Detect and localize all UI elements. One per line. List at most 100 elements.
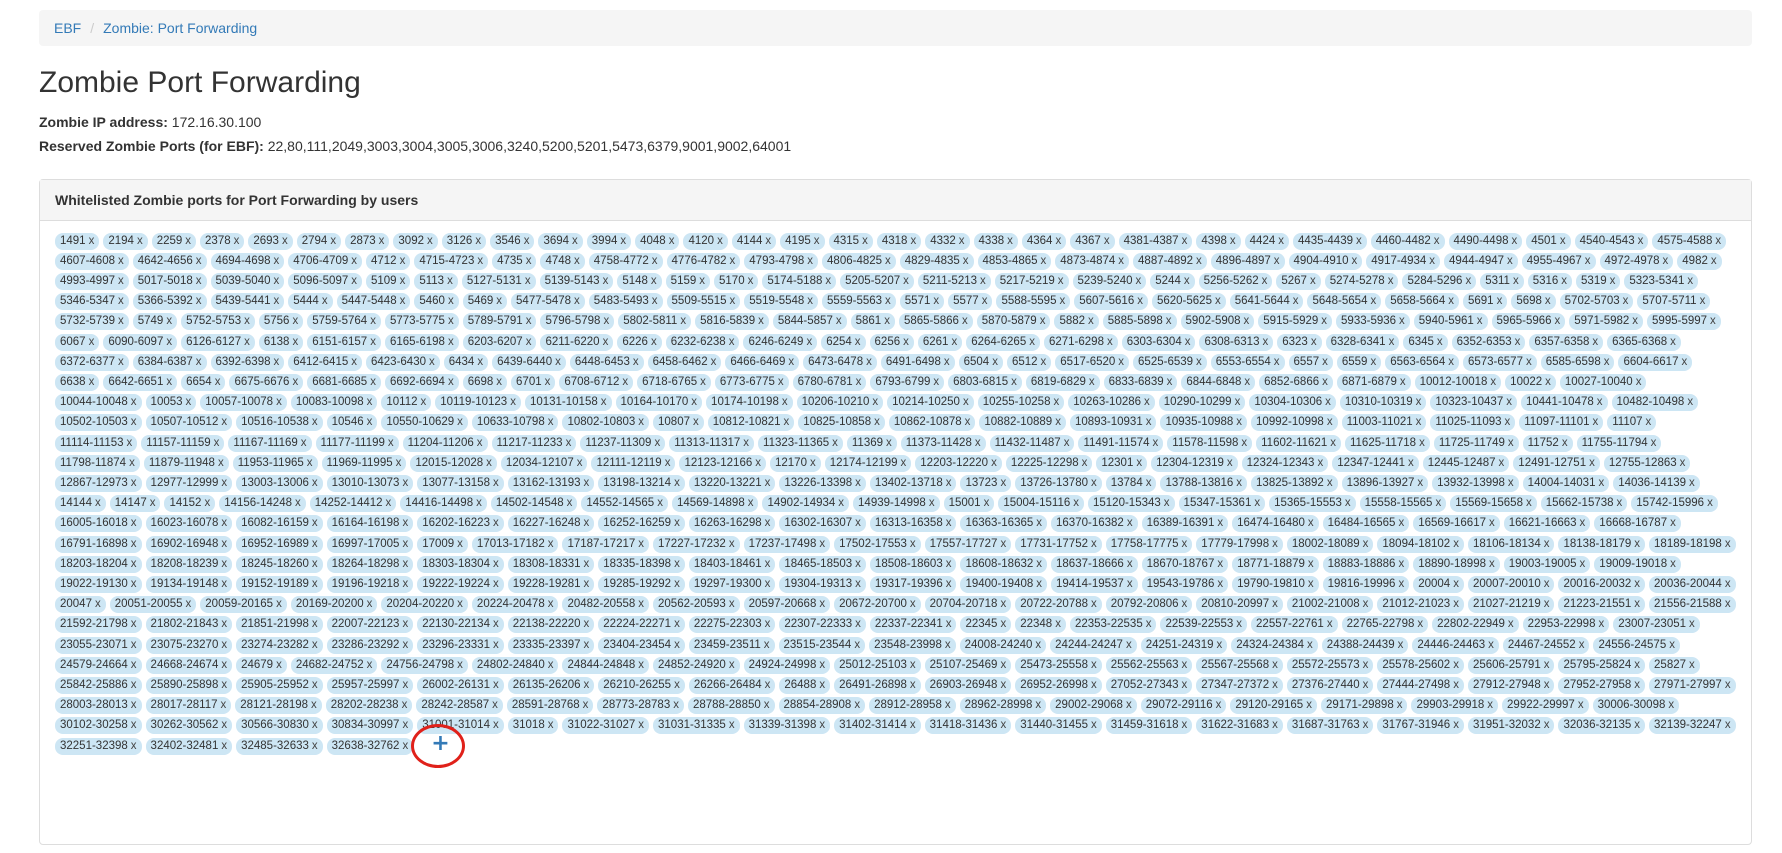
remove-port-button[interactable]: x: [1448, 356, 1454, 368]
remove-port-button[interactable]: x: [855, 578, 861, 590]
remove-port-button[interactable]: x: [274, 356, 280, 368]
remove-port-button[interactable]: x: [370, 376, 376, 388]
remove-port-button[interactable]: x: [729, 659, 735, 671]
remove-port-button[interactable]: x: [945, 699, 951, 711]
remove-port-button[interactable]: x: [1217, 517, 1223, 529]
remove-port-button[interactable]: x: [1352, 255, 1358, 267]
remove-port-button[interactable]: x: [221, 740, 227, 752]
remove-port-button[interactable]: x: [351, 255, 357, 267]
remove-port-button[interactable]: x: [493, 679, 499, 691]
remove-port-button[interactable]: x: [215, 376, 221, 388]
remove-port-button[interactable]: x: [872, 396, 878, 408]
remove-port-button[interactable]: x: [982, 295, 988, 307]
remove-port-button[interactable]: x: [651, 336, 657, 348]
remove-port-button[interactable]: x: [1182, 235, 1188, 247]
remove-port-button[interactable]: x: [1389, 336, 1395, 348]
remove-port-button[interactable]: x: [131, 517, 137, 529]
remove-port-button[interactable]: x: [292, 336, 298, 348]
remove-port-button[interactable]: x: [457, 659, 463, 671]
remove-port-button[interactable]: x: [221, 659, 227, 671]
remove-port-button[interactable]: x: [1610, 275, 1616, 287]
remove-port-button[interactable]: x: [1592, 336, 1598, 348]
remove-port-button[interactable]: x: [1687, 396, 1693, 408]
remove-port-button[interactable]: x: [1011, 376, 1017, 388]
remove-port-button[interactable]: x: [1091, 679, 1097, 691]
remove-port-button[interactable]: x: [1400, 376, 1406, 388]
remove-port-button[interactable]: x: [1310, 275, 1316, 287]
remove-port-button[interactable]: x: [572, 235, 578, 247]
remove-port-button[interactable]: x: [1526, 356, 1532, 368]
remove-port-button[interactable]: x: [652, 255, 658, 267]
remove-port-button[interactable]: x: [984, 497, 990, 509]
remove-port-button[interactable]: x: [1227, 457, 1233, 469]
remove-port-button[interactable]: x: [307, 457, 313, 469]
remove-port-button[interactable]: x: [1278, 235, 1284, 247]
remove-port-button[interactable]: x: [1035, 699, 1041, 711]
remove-port-button[interactable]: x: [765, 558, 771, 570]
remove-port-button[interactable]: x: [765, 517, 771, 529]
remove-port-button[interactable]: x: [1465, 275, 1471, 287]
remove-port-button[interactable]: x: [788, 356, 794, 368]
remove-port-button[interactable]: x: [1710, 315, 1716, 327]
remove-port-button[interactable]: x: [574, 255, 580, 267]
remove-port-button[interactable]: x: [903, 275, 909, 287]
remove-port-button[interactable]: x: [1399, 315, 1405, 327]
remove-port-button[interactable]: x: [577, 457, 583, 469]
remove-port-button[interactable]: x: [743, 437, 749, 449]
remove-port-button[interactable]: x: [274, 275, 280, 287]
remove-port-button[interactable]: x: [220, 699, 226, 711]
remove-port-button[interactable]: x: [274, 255, 280, 267]
remove-port-button[interactable]: x: [1453, 538, 1459, 550]
remove-port-button[interactable]: x: [965, 416, 971, 428]
remove-port-button[interactable]: x: [1244, 315, 1250, 327]
remove-port-button[interactable]: x: [1244, 376, 1250, 388]
remove-port-button[interactable]: x: [1036, 578, 1042, 590]
remove-port-button[interactable]: x: [1307, 639, 1313, 651]
remove-port-button[interactable]: x: [402, 538, 408, 550]
remove-port-button[interactable]: x: [166, 376, 172, 388]
remove-port-button[interactable]: x: [620, 235, 626, 247]
remove-port-button[interactable]: x: [1000, 477, 1006, 489]
remove-port-button[interactable]: x: [1408, 457, 1414, 469]
remove-port-button[interactable]: x: [807, 295, 813, 307]
remove-port-button[interactable]: x: [545, 376, 551, 388]
remove-port-button[interactable]: x: [131, 538, 137, 550]
remove-port-button[interactable]: x: [221, 558, 227, 570]
remove-port-button[interactable]: x: [1091, 719, 1097, 731]
remove-port-button[interactable]: x: [429, 356, 435, 368]
remove-port-button[interactable]: x: [836, 315, 842, 327]
remove-port-button[interactable]: x: [493, 639, 499, 651]
remove-port-button[interactable]: x: [1435, 497, 1441, 509]
remove-port-button[interactable]: x: [476, 497, 482, 509]
remove-port-button[interactable]: x: [765, 679, 771, 691]
remove-port-button[interactable]: x: [1670, 517, 1676, 529]
remove-port-button[interactable]: x: [674, 639, 680, 651]
remove-port-button[interactable]: x: [1497, 295, 1503, 307]
remove-port-button[interactable]: x: [400, 255, 406, 267]
remove-port-button[interactable]: x: [427, 235, 433, 247]
remove-port-button[interactable]: x: [457, 416, 463, 428]
remove-port-button[interactable]: x: [131, 740, 137, 752]
remove-port-button[interactable]: x: [1136, 457, 1142, 469]
remove-port-button[interactable]: x: [1356, 235, 1362, 247]
remove-port-button[interactable]: x: [1217, 558, 1223, 570]
remove-port-button[interactable]: x: [1544, 578, 1550, 590]
remove-port-button[interactable]: x: [1398, 558, 1404, 570]
remove-port-button[interactable]: x: [493, 618, 499, 630]
remove-port-button[interactable]: x: [765, 618, 771, 630]
remove-port-button[interactable]: x: [1272, 659, 1278, 671]
remove-port-button[interactable]: x: [526, 336, 532, 348]
remove-port-button[interactable]: x: [448, 336, 454, 348]
remove-port-button[interactable]: x: [819, 659, 825, 671]
remove-port-button[interactable]: x: [221, 639, 227, 651]
remove-port-button[interactable]: x: [221, 719, 227, 731]
remove-port-button[interactable]: x: [1089, 376, 1095, 388]
remove-port-button[interactable]: x: [819, 538, 825, 550]
remove-port-button[interactable]: x: [524, 235, 530, 247]
remove-port-button[interactable]: x: [196, 275, 202, 287]
remove-port-button[interactable]: x: [874, 416, 880, 428]
remove-port-button[interactable]: x: [1146, 416, 1152, 428]
remove-port-button[interactable]: x: [1363, 538, 1369, 550]
remove-port-button[interactable]: x: [944, 356, 950, 368]
add-port-button[interactable]: +: [431, 733, 449, 755]
